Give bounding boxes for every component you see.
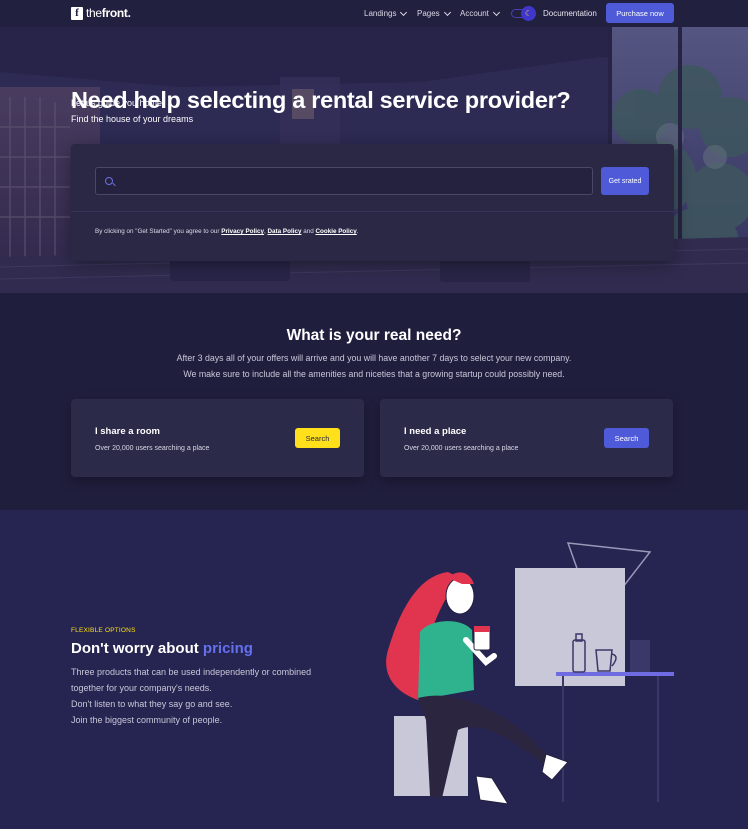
option-subtitle: Over 20,000 users searching a place [95, 445, 210, 452]
nav-landings[interactable]: Landings [364, 8, 408, 18]
pricing-title: Don't worry about pricing [71, 640, 253, 657]
logo[interactable]: f thefront. [71, 6, 131, 20]
pricing-text-1: Three products that can be used independ… [71, 667, 312, 677]
moon-icon: ☾ [521, 6, 536, 21]
divider [71, 211, 674, 212]
chevron-down-icon [400, 8, 408, 16]
need-description-2: We make sure to include all the amenitie… [183, 369, 565, 379]
pricing-text-3: Don't listen to what they say go and see… [71, 699, 233, 709]
search-input[interactable] [120, 172, 580, 192]
legal-period: . [356, 228, 359, 235]
option-title: I share a room [95, 426, 160, 437]
nav-pages[interactable]: Pages [417, 8, 451, 18]
nav-pages-label: Pages [417, 9, 440, 18]
nav-account[interactable]: Account [460, 8, 500, 18]
nav-landings-label: Landings [364, 9, 397, 18]
pricing-title-text: Don't worry about [71, 640, 199, 657]
option-card-share-room: I share a room Over 20,000 users searchi… [71, 399, 364, 477]
hero-subtitle-1: Let us guide you home. [71, 98, 165, 108]
search-button[interactable]: Search [604, 428, 649, 448]
search-card: Get srated By clicking on "Get Started" … [71, 144, 674, 261]
hero-section: Need help selecting a rental service pro… [0, 27, 748, 293]
documentation-link[interactable]: Documentation [543, 9, 597, 18]
search-button[interactable]: Search [295, 428, 340, 448]
navbar: f thefront. Landings Pages Account ☾ Doc… [0, 0, 748, 27]
need-title: What is your real need? [286, 327, 462, 344]
theme-toggle[interactable]: ☾ [511, 6, 538, 21]
option-title: I need a place [404, 426, 467, 437]
chevron-down-icon [492, 8, 500, 16]
purchase-button[interactable]: Purchase now [606, 3, 674, 23]
pricing-section: FLEXIBLE OPTIONS Don't worry about prici… [0, 510, 748, 829]
legal-text: By clicking on "Get Started" you agree t… [95, 228, 220, 235]
legal-notice: By clicking on "Get Started" you agree t… [95, 228, 359, 235]
search-field[interactable] [95, 167, 593, 195]
get-started-button[interactable]: Get srated [601, 167, 649, 195]
legal-comma: , [264, 228, 266, 235]
privacy-policy-link[interactable]: Privacy Policy [221, 228, 264, 235]
cookie-policy-link[interactable]: Cookie Policy [315, 228, 356, 235]
nav-account-label: Account [460, 9, 489, 18]
need-section: What is your real need? After 3 days all… [0, 293, 748, 510]
chevron-down-icon [443, 8, 451, 16]
hero-subtitle-2: Find the house of your dreams [71, 114, 194, 124]
data-policy-link[interactable]: Data Policy [268, 228, 302, 235]
option-subtitle: Over 20,000 users searching a place [404, 445, 519, 452]
pricing-title-highlight: pricing [202, 640, 253, 657]
need-description-1: After 3 days all of your offers will arr… [176, 353, 572, 363]
pricing-text-4: Join the biggest community of people. [71, 715, 223, 725]
logo-mark: f [71, 6, 83, 20]
logo-text: thefront. [86, 6, 131, 20]
pricing-text-2: together for your company's needs. [71, 683, 212, 693]
legal-and: and [303, 228, 314, 235]
option-card-need-place: I need a place Over 20,000 users searchi… [380, 399, 673, 477]
woman-sitting-illustration [386, 542, 674, 805]
search-icon [105, 177, 113, 185]
eyebrow-label: FLEXIBLE OPTIONS [71, 627, 136, 634]
